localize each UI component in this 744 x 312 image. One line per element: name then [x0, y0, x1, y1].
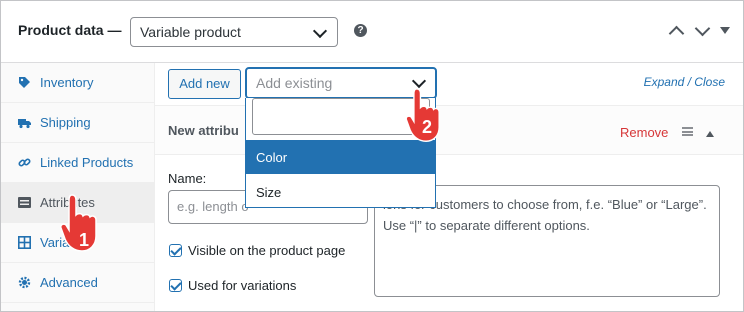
toggle-panel-icon[interactable]: [720, 27, 730, 34]
link-icon: [18, 158, 31, 167]
callout-2: 2: [422, 117, 433, 137]
gear-icon: [18, 276, 31, 289]
sidebar-item-label: Linked Products: [40, 155, 134, 170]
list-icon: [18, 197, 31, 208]
truck-icon: [18, 119, 31, 129]
visible-checkbox[interactable]: [169, 244, 182, 257]
panel-title: Product data —: [18, 22, 122, 38]
tag-icon: [19, 77, 30, 88]
tab-linked-products[interactable]: Linked Products: [1, 143, 154, 183]
tab-shipping[interactable]: Shipping: [1, 103, 154, 143]
expand-close-link[interactable]: Expand / Close: [644, 75, 725, 89]
chevron-down-icon: [411, 73, 427, 89]
collapse-arrow-icon[interactable]: [706, 131, 714, 137]
sidebar-item-label: Advanced: [40, 275, 98, 290]
callout-1: 1: [79, 230, 90, 250]
panel-header: Product data — Variable product ?: [1, 1, 743, 63]
product-type-value: Variable product: [140, 24, 241, 40]
name-label: Name:: [168, 171, 207, 186]
sidebar-item-label: Inventory: [40, 75, 94, 90]
add-existing-placeholder: Add existing: [256, 75, 333, 91]
move-down-icon[interactable]: [694, 20, 711, 37]
variations-checkbox[interactable]: [169, 279, 182, 292]
tab-advanced[interactable]: Advanced: [1, 263, 154, 303]
product-data-panel: Product data — Variable product ? Invent…: [0, 0, 744, 312]
help-icon[interactable]: ?: [354, 24, 367, 37]
grid-icon: [18, 236, 31, 249]
tab-inventory[interactable]: Inventory: [1, 63, 154, 103]
attribute-title: New attribu: [168, 123, 239, 138]
move-up-icon[interactable]: [668, 25, 685, 42]
drag-handle-icon[interactable]: [682, 127, 693, 136]
dropdown-option-size[interactable]: Size: [246, 175, 436, 209]
chevron-down-icon: [312, 23, 328, 39]
add-new-button[interactable]: Add new: [168, 69, 241, 99]
sidebar-item-label: Shipping: [40, 115, 91, 130]
product-data-tabs: Inventory Shipping Linked Products Attri…: [1, 63, 155, 311]
visible-label: Visible on the product page: [188, 243, 346, 258]
remove-link[interactable]: Remove: [620, 125, 668, 140]
variations-label: Used for variations: [188, 278, 297, 293]
dropdown-option-color[interactable]: Color: [246, 140, 436, 174]
product-type-select[interactable]: Variable product: [130, 17, 338, 47]
